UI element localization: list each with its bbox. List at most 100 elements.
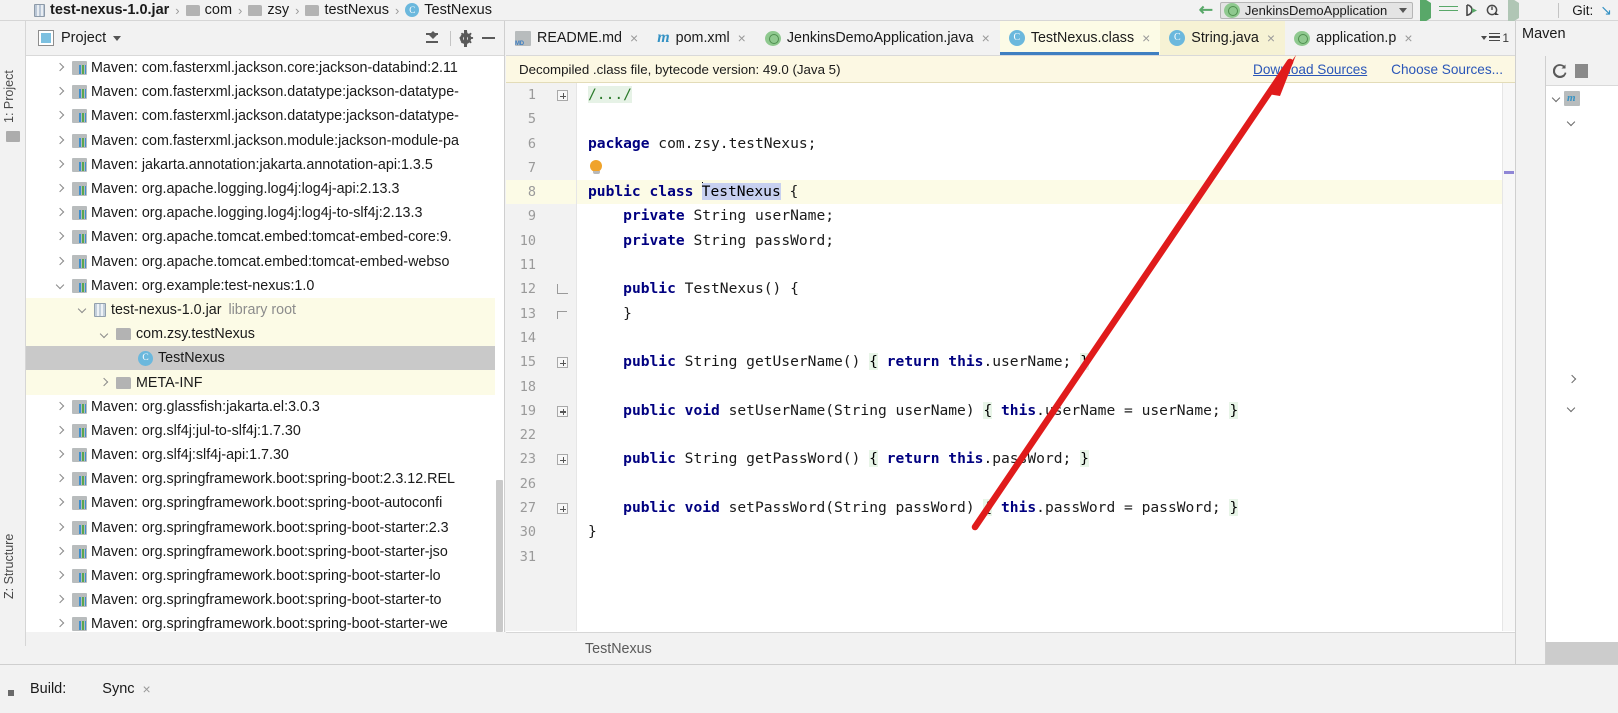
editor-tab[interactable]: mpom.xml× — [648, 21, 756, 55]
chevron-right-icon[interactable] — [54, 449, 67, 462]
code-fold-toggle[interactable] — [557, 284, 568, 295]
chevron-down-icon[interactable] — [54, 279, 67, 292]
code-line[interactable]: public String getUserName() { return thi… — [577, 350, 1502, 374]
editor-breadcrumb[interactable]: TestNexus — [506, 632, 1515, 664]
maven-dependencies-row[interactable] — [1546, 396, 1579, 420]
sidebar-item-structure[interactable]: Z: Structure — [2, 501, 24, 599]
chevron-right-icon[interactable] — [54, 62, 67, 75]
sidebar-item-maven[interactable]: Maven — [1522, 26, 1566, 42]
chevron-right-icon[interactable] — [54, 134, 67, 147]
table-row[interactable]: Maven: jakarta.annotation:jakarta.annota… — [26, 153, 504, 177]
editor-tab[interactable]: README.md× — [506, 21, 648, 55]
chevron-right-icon[interactable] — [98, 376, 111, 389]
maven-project-row[interactable] — [1546, 86, 1618, 110]
code-line[interactable]: public void setPassWord(String passWord)… — [577, 496, 1502, 520]
chevron-right-icon[interactable] — [54, 400, 67, 413]
close-icon[interactable]: × — [738, 30, 746, 46]
breadcrumb-item[interactable]: zsy — [248, 0, 289, 21]
run-icon[interactable] — [1420, 3, 1435, 18]
project-tree[interactable]: Maven: com.fasterxml.jackson.core:jackso… — [26, 56, 504, 632]
run-configuration-selector[interactable]: JenkinsDemoApplication — [1220, 2, 1413, 19]
table-row[interactable]: Maven: org.slf4j:jul-to-slf4j:1.7.30 — [26, 419, 504, 443]
chevron-right-icon[interactable] — [54, 110, 67, 123]
chevron-down-icon[interactable] — [76, 303, 89, 316]
debug-icon[interactable] — [1442, 3, 1457, 18]
chevron-right-icon[interactable] — [54, 231, 67, 244]
refresh-icon[interactable] — [1552, 63, 1568, 79]
close-icon[interactable]: × — [1404, 30, 1412, 46]
chevron-right-icon[interactable] — [54, 183, 67, 196]
intention-bulb-icon[interactable] — [588, 160, 604, 176]
close-icon[interactable]: × — [982, 30, 990, 46]
table-row[interactable]: Maven: com.fasterxml.jackson.datatype:ja… — [26, 104, 504, 128]
table-row[interactable]: Maven: org.apache.tomcat.embed:tomcat-em… — [26, 250, 504, 274]
table-row[interactable]: Maven: org.springframework.boot:spring-b… — [26, 467, 504, 491]
code-editor[interactable]: 1567891011121314151819222326273031 /...​… — [506, 83, 1515, 631]
code-line[interactable]: public TestNexus() { — [577, 277, 1502, 301]
chevron-right-icon[interactable] — [54, 158, 67, 171]
chevron-down-icon[interactable] — [1550, 91, 1564, 105]
maven-settings-icon[interactable] — [1575, 64, 1588, 78]
git-update-icon[interactable]: ↘ — [1600, 2, 1612, 19]
table-row[interactable]: Maven: org.slf4j:slf4j-api:1.7.30 — [26, 443, 504, 467]
chevron-right-icon[interactable] — [54, 545, 67, 558]
profile-icon[interactable] — [1486, 3, 1501, 18]
tree-scrollbar[interactable] — [495, 56, 504, 632]
table-row[interactable]: Maven: org.glassfish:jakarta.el:3.0.3 — [26, 395, 504, 419]
chevron-down-icon[interactable] — [98, 328, 111, 341]
chevron-right-icon[interactable] — [1565, 373, 1579, 387]
chevron-right-icon[interactable] — [54, 86, 67, 99]
editor-tab[interactable]: application.p× — [1285, 21, 1422, 55]
tab-overflow-control[interactable]: 1 — [1481, 21, 1515, 55]
run-with-coverage-icon[interactable] — [1464, 3, 1479, 18]
chevron-right-icon[interactable] — [54, 255, 67, 268]
table-row[interactable]: META-INF — [26, 370, 504, 394]
editor-tab[interactable]: CTestNexus.class× — [1000, 21, 1160, 55]
editor-tab[interactable]: JenkinsDemoApplication.java× — [756, 21, 1000, 55]
code-line[interactable]: public class TestNexus { — [577, 180, 1502, 204]
table-row[interactable]: Maven: org.springframework.boot:spring-b… — [26, 491, 504, 515]
code-line[interactable] — [577, 326, 1502, 350]
chevron-right-icon[interactable] — [54, 207, 67, 220]
code-line[interactable] — [577, 107, 1502, 131]
chevron-down-icon[interactable] — [1565, 115, 1579, 129]
code-line[interactable]: public String getPassWord() { return thi… — [577, 447, 1502, 471]
chevron-down-icon[interactable] — [1565, 401, 1579, 415]
code-line[interactable] — [577, 253, 1502, 277]
code-line[interactable]: } — [577, 302, 1502, 326]
maven-lifecycle-row[interactable] — [1546, 110, 1618, 134]
up-caret-icon[interactable]: ↖ — [1194, 0, 1218, 22]
code-line[interactable]: private String userName; — [577, 204, 1502, 228]
table-row[interactable]: Maven: org.apache.logging.log4j:log4j-ap… — [26, 177, 504, 201]
code-line[interactable]: public void setUserName(String userName)… — [577, 399, 1502, 423]
choose-sources-link[interactable]: Choose Sources... — [1391, 62, 1503, 77]
code-fold-toggle[interactable] — [557, 503, 568, 514]
maven-plugins-row[interactable] — [1546, 368, 1579, 392]
chevron-right-icon[interactable] — [54, 473, 67, 486]
code-content[interactable]: /...​/package com.zsy.testNexus;public c… — [577, 83, 1502, 631]
code-line[interactable] — [577, 375, 1502, 399]
table-row[interactable]: Maven: com.fasterxml.jackson.datatype:ja… — [26, 80, 504, 104]
code-fold-toggle[interactable] — [557, 406, 568, 417]
close-icon[interactable]: × — [1142, 30, 1150, 46]
table-row[interactable]: Maven: org.springframework.boot:spring-b… — [26, 540, 504, 564]
code-line[interactable]: private String passWord; — [577, 229, 1502, 253]
table-row[interactable]: Maven: org.apache.logging.log4j:log4j-to… — [26, 201, 504, 225]
settings-gear-icon[interactable] — [457, 30, 474, 47]
code-fold-toggle[interactable] — [557, 357, 568, 368]
download-sources-link[interactable]: Download Sources — [1253, 62, 1367, 77]
table-row[interactable]: Maven: org.springframework.boot:spring-b… — [26, 588, 504, 612]
breadcrumb-item[interactable]: testNexus — [305, 0, 388, 21]
table-row[interactable]: Maven: org.example:test-nexus:1.0 — [26, 274, 504, 298]
table-row[interactable]: Maven: com.fasterxml.jackson.module:jack… — [26, 129, 504, 153]
table-row[interactable]: Maven: org.springframework.boot:spring-b… — [26, 516, 504, 540]
sidebar-item-project[interactable]: 1: Project — [2, 45, 24, 123]
breadcrumb-item[interactable]: CTestNexus — [405, 0, 492, 21]
code-line[interactable] — [577, 472, 1502, 496]
code-line[interactable]: /...​/ — [577, 83, 1502, 107]
table-row[interactable]: com.zsy.testNexus — [26, 322, 504, 346]
chevron-down-icon[interactable] — [113, 36, 121, 41]
editor-marker-column[interactable] — [1502, 83, 1515, 631]
table-row[interactable]: test-nexus-1.0.jarlibrary root — [26, 298, 504, 322]
editor-tab[interactable]: CString.java× — [1160, 21, 1285, 55]
